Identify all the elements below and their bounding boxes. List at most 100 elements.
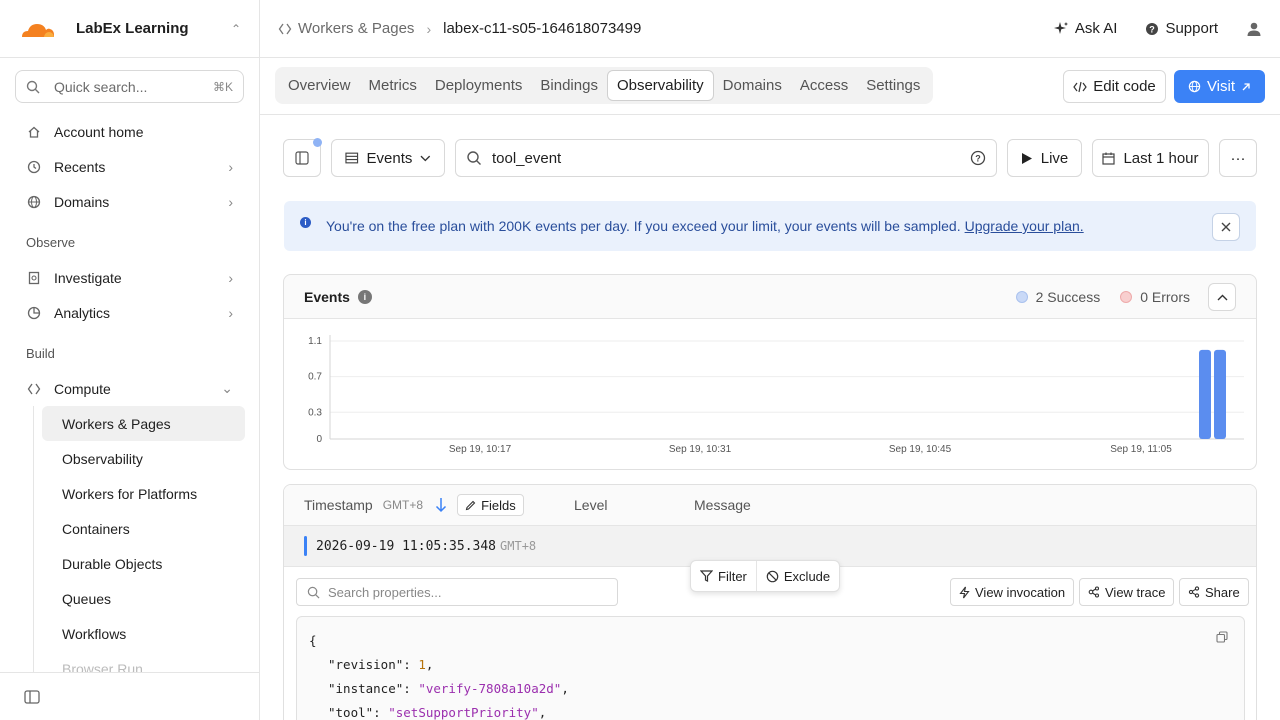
brand-bar[interactable]: LabEx Learning ⌃ xyxy=(0,0,259,58)
json-value: "verify-7808a10a2d" xyxy=(418,681,562,696)
chevron-right-icon: › xyxy=(228,269,233,286)
breadcrumb-parent[interactable]: Workers & Pages xyxy=(278,20,414,37)
notification-dot xyxy=(313,138,322,147)
sidebar-item-queues[interactable]: Queues xyxy=(42,581,245,616)
tab-access[interactable]: Access xyxy=(791,70,857,101)
json-key: "tool" xyxy=(328,705,374,720)
more-options-button[interactable]: ··· xyxy=(1219,139,1257,177)
globe-icon xyxy=(26,194,42,210)
calendar-icon xyxy=(1102,152,1116,165)
sidebar-item-investigate[interactable]: Investigate › xyxy=(0,260,259,295)
live-button[interactable]: Live xyxy=(1007,139,1082,177)
json-line: "revision": 1, xyxy=(328,657,434,672)
legend-success[interactable]: 2 Success xyxy=(1015,289,1100,305)
row-timezone: GMT+8 xyxy=(500,539,537,553)
sidebar-item-durable-objects[interactable]: Durable Objects xyxy=(42,546,245,581)
sidebar-item-label: Investigate xyxy=(54,269,122,286)
sidebar-item-label: Analytics xyxy=(54,304,111,321)
filter-button[interactable]: Filter xyxy=(691,561,756,591)
account-switch-icon[interactable]: ⌃ xyxy=(231,22,241,36)
support-label: Support xyxy=(1165,20,1218,37)
events-table-card: Timestamp GMT+8 Fields Level Message 202… xyxy=(283,484,1257,720)
compute-subnav: Workers & Pages Observability Workers fo… xyxy=(33,406,259,686)
sidebar-item-compute[interactable]: Compute ⌄ xyxy=(0,371,259,406)
user-icon[interactable] xyxy=(1246,21,1262,37)
quick-search-input[interactable]: Quick search... ⌘K xyxy=(15,70,244,103)
upgrade-plan-link[interactable]: Upgrade your plan. xyxy=(965,218,1084,234)
sidebar-item-account-home[interactable]: Account home xyxy=(0,114,259,149)
chevron-up-icon xyxy=(1217,294,1227,300)
tab-observability[interactable]: Observability xyxy=(606,70,714,101)
play-icon xyxy=(1021,152,1032,164)
x-tick-label: Sep 19, 11:05 xyxy=(1110,444,1172,455)
tab-settings[interactable]: Settings xyxy=(857,70,929,101)
tab-bindings[interactable]: Bindings xyxy=(531,70,607,101)
events-chart: 1.1 0.7 0.3 0 Sep 19, 10:17 Sep 19, 10:31 Sep … xyxy=(284,318,1256,469)
legend-errors-label: 0 Errors xyxy=(1140,289,1190,305)
pencil-icon xyxy=(465,500,476,510)
legend-errors[interactable]: 0 Errors xyxy=(1120,289,1190,305)
view-invocation-button[interactable]: View invocation xyxy=(950,578,1075,606)
breadcrumb-separator-icon: › xyxy=(426,20,432,37)
help-icon[interactable]: ? xyxy=(970,150,986,166)
panel-toggle-button[interactable] xyxy=(283,138,322,177)
sidebar-item-analytics[interactable]: Analytics › xyxy=(0,295,259,330)
section-observe: Observe xyxy=(26,235,76,250)
sidebar-item-containers[interactable]: Containers xyxy=(42,511,245,546)
level-header[interactable]: Level xyxy=(574,497,607,513)
view-select[interactable]: Events xyxy=(331,139,445,177)
support-button[interactable]: ? Support xyxy=(1145,20,1218,37)
query-input[interactable]: tool_event ? xyxy=(455,139,997,177)
sidebar-item-observability[interactable]: Observability xyxy=(42,441,245,476)
sidebar-item-label: Recents xyxy=(54,158,106,175)
sidebar-item-workflows[interactable]: Workflows xyxy=(42,616,245,651)
sparkle-icon xyxy=(1053,21,1068,34)
info-icon[interactable]: i xyxy=(357,290,372,304)
search-icon xyxy=(307,586,320,598)
close-icon xyxy=(1221,222,1231,232)
quick-search-placeholder: Quick search... xyxy=(54,78,148,95)
message-header[interactable]: Message xyxy=(694,497,751,513)
search-properties-input[interactable]: Search properties... xyxy=(296,578,618,606)
view-trace-button[interactable]: View trace xyxy=(1079,578,1175,606)
chevron-right-icon: › xyxy=(228,158,233,175)
time-range-button[interactable]: Last 1 hour xyxy=(1092,139,1209,177)
table-icon xyxy=(345,152,359,164)
y-tick-label: 0.7 xyxy=(308,372,322,383)
copy-icon[interactable] xyxy=(1216,631,1228,643)
json-key: "instance" xyxy=(328,681,404,696)
banner-text: You're on the free plan with 200K events… xyxy=(326,218,961,234)
sidebar-item-workers-pages[interactable]: Workers & Pages xyxy=(42,406,245,441)
tab-metrics[interactable]: Metrics xyxy=(360,70,426,101)
fields-button[interactable]: Fields xyxy=(457,494,524,516)
sort-desc-icon[interactable] xyxy=(435,497,447,513)
sidebar-item-recents[interactable]: Recents › xyxy=(0,149,259,184)
sidebar-toggle-icon[interactable] xyxy=(24,689,40,704)
collapse-chart-button[interactable] xyxy=(1208,283,1236,311)
sidebar-item-domains[interactable]: Domains › xyxy=(0,184,259,219)
ask-ai-button[interactable]: Ask AI xyxy=(1053,20,1117,37)
sidebar-item-label: Compute xyxy=(54,380,111,397)
tab-domains[interactable]: Domains xyxy=(714,70,791,101)
events-card-title: Events xyxy=(304,289,350,305)
share-icon xyxy=(1188,586,1200,598)
section-build: Build xyxy=(26,346,55,361)
view-trace-label: View trace xyxy=(1105,584,1166,600)
sidebar: LabEx Learning ⌃ Quick search... ⌘K Acco… xyxy=(0,0,260,720)
events-bar-chart: 1.1 0.7 0.3 0 Sep 19, 10:17 Sep 19, 10:31 Sep … xyxy=(308,335,1244,455)
legend-success-swatch xyxy=(1015,291,1028,303)
filter-icon xyxy=(700,570,713,582)
free-plan-banner: i You're on the free plan with 200K even… xyxy=(284,201,1256,251)
visit-button[interactable]: Visit xyxy=(1174,70,1265,103)
chevron-right-icon: › xyxy=(228,304,233,321)
timestamp-header[interactable]: Timestamp xyxy=(304,497,373,513)
tab-deployments[interactable]: Deployments xyxy=(426,70,532,101)
close-banner-button[interactable] xyxy=(1212,213,1240,241)
chevron-right-icon: › xyxy=(228,193,233,210)
share-button[interactable]: Share xyxy=(1179,578,1249,606)
sidebar-item-workers-for-platforms[interactable]: Workers for Platforms xyxy=(42,476,245,511)
exclude-label: Exclude xyxy=(783,568,831,584)
exclude-button[interactable]: Exclude xyxy=(755,561,839,591)
edit-code-button[interactable]: Edit code xyxy=(1063,70,1166,103)
tab-overview[interactable]: Overview xyxy=(279,70,360,101)
